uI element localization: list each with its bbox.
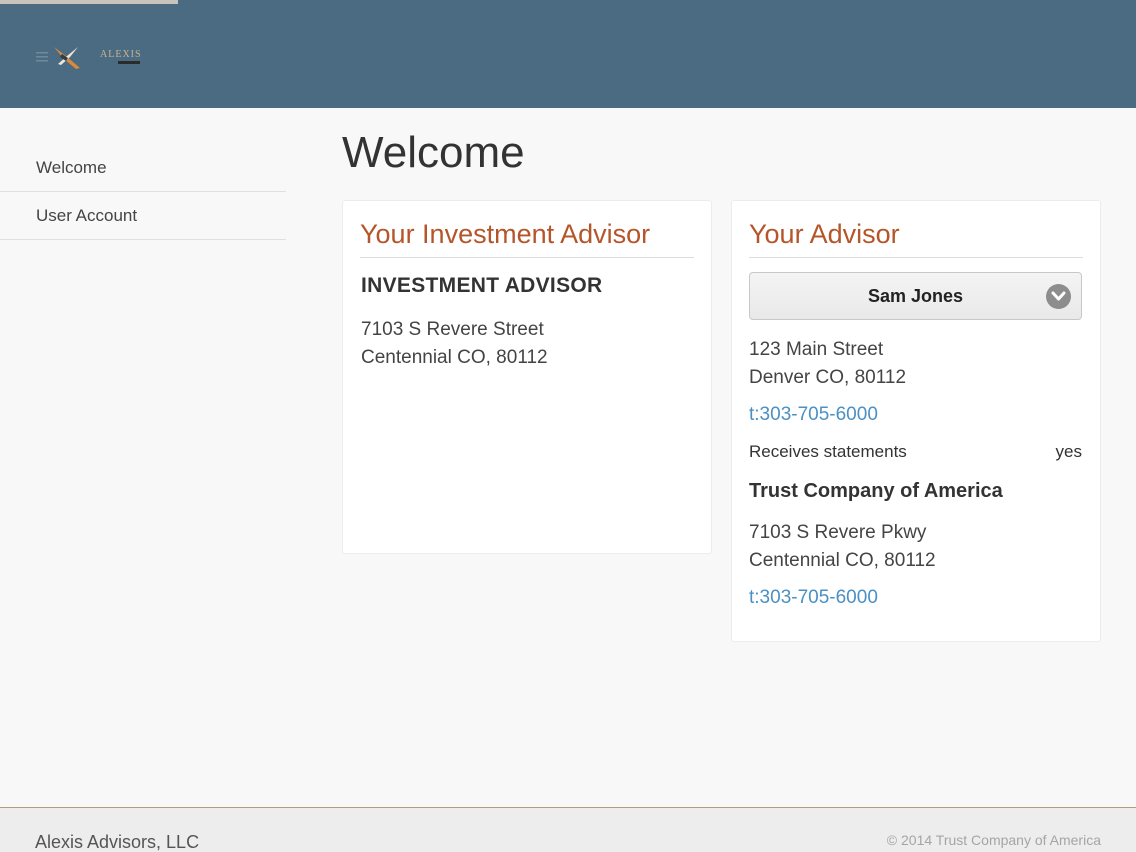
chevron-down-icon <box>1046 284 1071 309</box>
sidebar-nav: Welcome User Account <box>0 144 286 240</box>
trust-company-name: Trust Company of America <box>749 480 1003 502</box>
trust-phone-link[interactable]: t:303-705-6000 <box>749 587 1082 609</box>
page-footer: Alexis Advisors, LLC © 2014 Trust Compan… <box>0 807 1136 852</box>
advisor-select[interactable]: Sam Jones <box>749 272 1082 320</box>
logo-mark-icon <box>36 47 80 69</box>
advisor-select-value: Sam Jones <box>867 286 964 306</box>
app-header: ALEXIS <box>0 0 1136 108</box>
advisor-address-line-2: Denver CO, 80112 <box>749 367 907 388</box>
logo-text: ALEXIS <box>100 49 142 60</box>
advisor-address: 123 Main Street Denver CO, 80112 <box>749 336 1082 392</box>
trust-address-line-1: 7103 S Revere Pkwy <box>749 522 927 543</box>
receives-statements-value: yes <box>1055 442 1082 461</box>
advisor-card-title: Your Advisor <box>749 219 1083 258</box>
loading-strip <box>0 0 178 4</box>
investment-advisor-address: 7103 S Revere Street Centennial CO, 8011… <box>361 316 693 372</box>
investment-advisor-card: Your Investment Advisor INVESTMENT ADVIS… <box>342 200 712 554</box>
address-line-2: Centennial CO, 80112 <box>361 347 548 368</box>
receives-statements-row: Receives statements yes <box>749 442 1082 462</box>
receives-statements-label: Receives statements <box>749 442 907 461</box>
brand-logo[interactable]: ALEXIS <box>36 44 146 70</box>
page-title: Welcome <box>342 128 525 177</box>
sidebar-item-welcome[interactable]: Welcome <box>0 144 286 192</box>
trust-company-address: 7103 S Revere Pkwy Centennial CO, 80112 <box>749 519 1082 575</box>
investment-advisor-firm-name: INVESTMENT ADVISOR <box>361 274 603 297</box>
address-line-1: 7103 S Revere Street <box>361 319 544 340</box>
trust-address-line-2: Centennial CO, 80112 <box>749 550 936 571</box>
advisor-address-line-1: 123 Main Street <box>749 339 884 360</box>
advisor-card: Your Advisor Sam Jones 123 Main Street D… <box>731 200 1101 642</box>
logo-tagline-bar <box>118 61 140 64</box>
advisor-phone-link[interactable]: t:303-705-6000 <box>749 404 1082 426</box>
footer-copyright: © 2014 Trust Company of America <box>886 832 1101 848</box>
sidebar-item-user-account[interactable]: User Account <box>0 192 286 240</box>
investment-advisor-card-title: Your Investment Advisor <box>360 219 694 258</box>
footer-company-name: Alexis Advisors, LLC <box>35 832 200 852</box>
